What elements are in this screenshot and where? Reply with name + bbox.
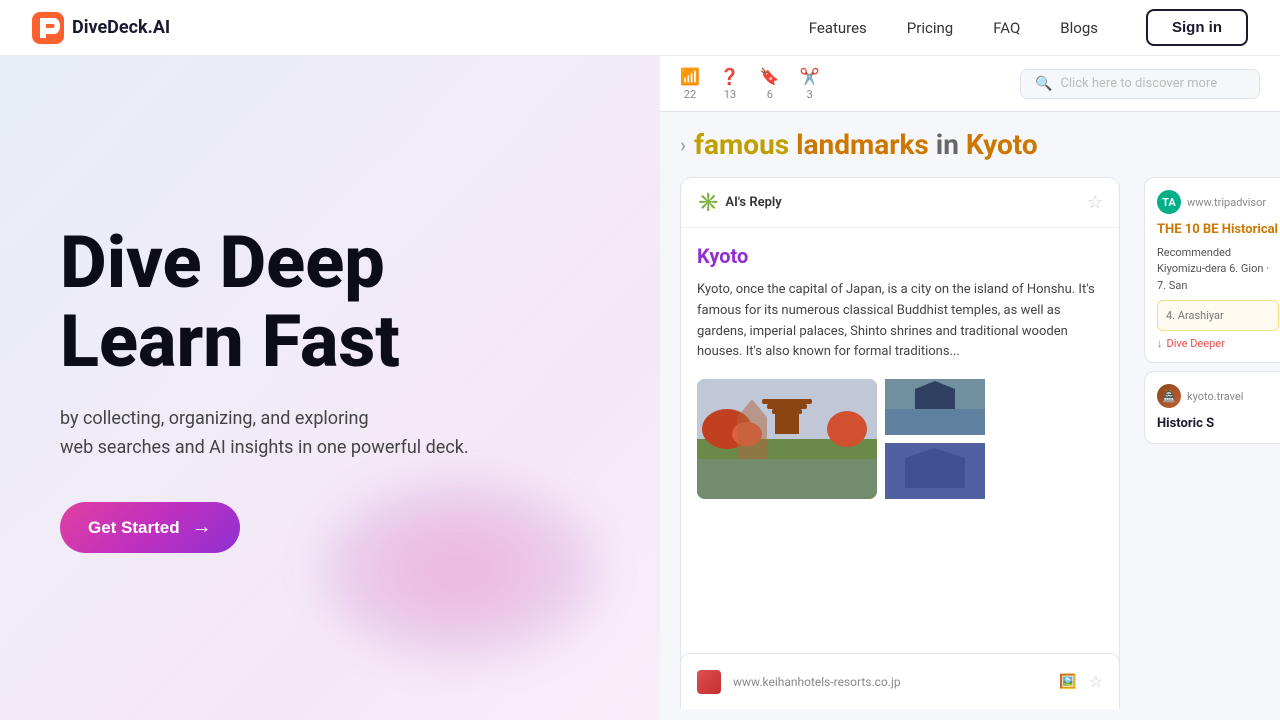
kyoto-travel-header: 🏯 kyoto.travel (1157, 384, 1279, 408)
query-word1: famous (694, 128, 789, 161)
query-text: famous landmarks in Kyoto (694, 128, 1038, 161)
kyoto-travel-card: 🏯 kyoto.travel Historic S (1144, 371, 1280, 444)
hero-subtitle-line1: by collecting, organizing, and exploring (60, 408, 369, 429)
chevron-icon: › (680, 133, 686, 157)
bookmark-icon: 🔖 (760, 67, 780, 86)
ai-magic-icon: ✳️ (697, 192, 719, 213)
brand-name: DiveDeck.AI (72, 17, 170, 38)
kyoto-travel-icon: 🏯 (1157, 384, 1181, 408)
hero-title: Dive Deep Learn Fast (60, 223, 600, 381)
nav-pricing[interactable]: Pricing (907, 19, 953, 37)
query-word2: landmarks (796, 128, 929, 161)
hero-title-line1: Dive Deep (60, 220, 385, 305)
scissors-icon: ✂️ (800, 67, 820, 86)
kyoto-travel-title: Historic S (1157, 416, 1279, 431)
signals-icon: 📶 (680, 67, 700, 86)
tripadvisor-body: Recommended Kiyomizu-dera 6. Gion · 7. S… (1157, 245, 1279, 295)
dive-deeper-icon: ↓ (1157, 337, 1163, 350)
tripadvisor-card: TA www.tripadvisor THE 10 BE Historical … (1144, 177, 1280, 363)
keihan-domain: www.keihanhotels-resorts.co.jp (733, 675, 901, 689)
toolbar-stats: 📶 22 ❓ 13 🔖 6 ✂️ 3 (680, 67, 820, 101)
side-cards-column: TA www.tripadvisor THE 10 BE Historical … (1132, 177, 1280, 709)
kyoto-image-svg (697, 379, 877, 499)
navbar: DiveDeck.AI Features Pricing FAQ Blogs S… (0, 0, 1280, 56)
cards-area: ✳️ AI's Reply ☆ Kyoto Kyoto, once the ca… (660, 177, 1280, 709)
tripadvisor-header: TA www.tripadvisor (1157, 190, 1279, 214)
keihan-star-icon[interactable]: ☆ (1089, 672, 1103, 691)
star-icon[interactable]: ☆ (1087, 192, 1103, 213)
stat-clips: ✂️ 3 (800, 67, 820, 101)
search-bar[interactable]: 🔍 Click here to discover more (1020, 69, 1260, 99)
logo[interactable]: DiveDeck.AI (32, 12, 170, 44)
kyoto-image-3 (885, 443, 985, 499)
tripadvisor-domain: www.tripadvisor (1187, 196, 1266, 209)
stat-signals-value: 22 (684, 88, 696, 101)
stat-questions: ❓ 13 (720, 67, 740, 101)
stat-clips-value: 3 (807, 88, 813, 101)
keihan-card: www.keihanhotels-resorts.co.jp 🖼️ ☆ (680, 653, 1120, 709)
signin-button[interactable]: Sign in (1146, 9, 1248, 46)
stat-bookmarks: 🔖 6 (760, 67, 780, 101)
arashiyama-snippet: 4. Arashiyar (1157, 300, 1279, 331)
ai-badge: ✳️ AI's Reply (697, 192, 782, 213)
cards-row: ✳️ AI's Reply ☆ Kyoto Kyoto, once the ca… (680, 177, 1260, 709)
ai-card-body-text: Kyoto, once the capital of Japan, is a c… (697, 280, 1103, 363)
search-placeholder: Click here to discover more (1060, 76, 1217, 91)
keihan-image-icon[interactable]: 🖼️ (1059, 674, 1076, 690)
arrow-icon: → (192, 516, 212, 539)
deck-panel: 📶 22 ❓ 13 🔖 6 ✂️ 3 🔍 Click here to disco… (660, 56, 1280, 720)
get-started-button[interactable]: Get Started → (60, 502, 240, 553)
keihan-icon (697, 670, 721, 694)
ai-images-secondary (885, 379, 985, 499)
search-icon: 🔍 (1035, 76, 1052, 92)
logo-icon (32, 12, 64, 44)
nav-faq[interactable]: FAQ (993, 19, 1020, 37)
ai-card-body: Kyoto Kyoto, once the capital of Japan, … (681, 228, 1119, 668)
ai-card-title: Kyoto (697, 244, 1103, 268)
ai-reply-label: AI's Reply (725, 195, 781, 210)
stat-signals: 📶 22 (680, 67, 700, 101)
arashiyama-text: 4. Arashiyar (1166, 309, 1224, 322)
keihan-actions: 🖼️ ☆ (1059, 672, 1103, 691)
nav-blogs[interactable]: Blogs (1060, 19, 1098, 37)
ai-images (697, 379, 1103, 499)
tripadvisor-title: THE 10 BE Historical (1157, 222, 1279, 239)
query-word4: Kyoto (966, 128, 1038, 161)
hero-subtitle-line2: web searches and AI insights in one powe… (60, 437, 469, 458)
stat-bookmarks-value: 6 (767, 88, 773, 101)
tripadvisor-dive-deeper[interactable]: ↓ Dive Deeper (1157, 337, 1279, 350)
decorative-blob (320, 480, 600, 660)
kyoto-main-image (697, 379, 877, 499)
nav-links: Features Pricing FAQ Blogs (809, 19, 1098, 37)
stat-questions-value: 13 (724, 88, 736, 101)
kyoto-image-2 (885, 379, 985, 435)
deck-toolbar: 📶 22 ❓ 13 🔖 6 ✂️ 3 🔍 Click here to disco… (660, 56, 1280, 112)
question-icon: ❓ (720, 67, 740, 86)
kyoto-travel-domain: kyoto.travel (1187, 390, 1243, 403)
ai-reply-card: ✳️ AI's Reply ☆ Kyoto Kyoto, once the ca… (680, 177, 1120, 709)
query-heading: › famous landmarks in Kyoto (660, 112, 1280, 177)
cta-label: Get Started (88, 518, 180, 538)
dive-deeper-text: Dive Deeper (1167, 337, 1225, 350)
hero-subtitle: by collecting, organizing, and exploring… (60, 405, 600, 463)
nav-features[interactable]: Features (809, 19, 867, 37)
hero-section: Dive Deep Learn Fast by collecting, orga… (0, 56, 660, 720)
kyoto-img2-svg (885, 379, 985, 435)
tripadvisor-icon: TA (1157, 190, 1181, 214)
hero-title-line2: Learn Fast (60, 299, 400, 384)
ai-card-header: ✳️ AI's Reply ☆ (681, 178, 1119, 228)
kyoto-img3-svg (885, 443, 985, 499)
query-word3: in (936, 128, 959, 161)
